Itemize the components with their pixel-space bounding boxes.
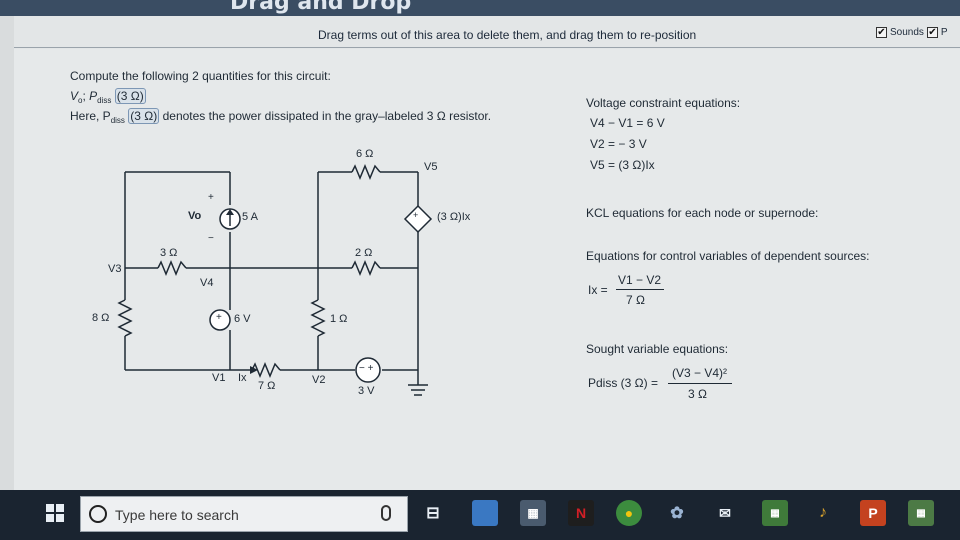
ix-label: Ix	[238, 372, 247, 384]
vo-symbol: V	[70, 89, 79, 103]
photo-app-icon[interactable]: ▦	[762, 500, 788, 526]
ix-eq-lhs[interactable]: Ix =	[588, 283, 608, 297]
photo-app-icon-2[interactable]: ▦	[908, 500, 934, 526]
sounds-checkbox[interactable]: ✔	[876, 27, 887, 38]
vs3-label: 3 V	[358, 385, 375, 397]
note-pre: Here, P	[70, 109, 111, 123]
r3-label: 3 Ω	[160, 247, 178, 259]
vo-minus: −	[208, 233, 214, 244]
powerpoint-icon[interactable]: P	[860, 500, 886, 526]
taskbar-search-box[interactable]: Type here to search	[80, 496, 408, 532]
vs3-sign: − +	[359, 363, 374, 374]
pdiss-symbol: P	[89, 89, 98, 103]
vo-plus: +	[208, 192, 214, 203]
v2-label: V2	[312, 374, 326, 386]
sounds-toggle[interactable]: ✔ Sounds ✔ P	[876, 27, 948, 38]
cut-off-title: Drag and Drop	[230, 0, 412, 15]
r8-label: 8 Ω	[92, 312, 110, 324]
control-title: Equations for control variables of depen…	[586, 249, 870, 263]
kcl-drop-area[interactable]	[586, 222, 906, 244]
ix-eq-den[interactable]: 7 Ω	[626, 293, 645, 307]
quantities-line: Vo; Pdiss (3 Ω)	[70, 88, 146, 105]
ix-eq-num[interactable]: V1 − V2	[618, 273, 661, 287]
pdiss-note: Here, Pdiss (3 Ω) denotes the power diss…	[70, 108, 492, 125]
microphone-icon[interactable]	[381, 505, 391, 521]
dep-source-label: (3 Ω)Ix	[437, 211, 471, 223]
windows-start-button[interactable]	[36, 494, 74, 532]
p-label: P	[940, 27, 948, 38]
voltage-eq-2[interactable]: V2 = − 3 V	[590, 137, 647, 151]
problem-intro: Compute the following 2 quantities for t…	[70, 69, 331, 83]
quantity-separator: ;	[82, 89, 86, 103]
r2-label: 2 Ω	[355, 247, 373, 259]
r6-label: 6 Ω	[356, 148, 374, 160]
netflix-icon[interactable]: N	[568, 500, 594, 526]
v3-label: V3	[108, 263, 122, 275]
note-post: denotes the power dissipated in the gray…	[162, 109, 492, 123]
app-left-edge	[0, 16, 14, 490]
p-checkbox[interactable]: ✔	[926, 27, 938, 38]
cortana-icon	[89, 505, 107, 523]
vs6-label: 6 V	[234, 313, 251, 325]
note-arg-box[interactable]: (3 Ω)	[128, 108, 160, 124]
note-subscript: diss	[110, 116, 125, 125]
task-view-icon[interactable]: ⊟	[420, 500, 446, 526]
pdiss-subscript: diss	[97, 96, 112, 105]
chrome-icon[interactable]: ●	[616, 500, 642, 526]
r1-label: 1 Ω	[330, 313, 348, 325]
app-icon[interactable]: ✿	[664, 500, 690, 526]
v1-label: V1	[212, 372, 226, 384]
drag-hint-text: Drag terms out of this area to delete th…	[318, 28, 697, 42]
store-icon[interactable]: ▦	[520, 500, 546, 526]
v4-label: V4	[200, 277, 214, 289]
sought-title: Sought variable equations:	[586, 342, 729, 356]
pd-eq-num[interactable]: (V3 − V4)²	[672, 366, 727, 380]
voltage-constraint-title: Voltage constraint equations:	[586, 96, 741, 110]
mail-icon[interactable]: ✉	[712, 500, 738, 526]
sounds-label: Sounds	[890, 27, 924, 38]
music-app-icon[interactable]: ♪	[810, 500, 836, 526]
cs-label: 5 A	[242, 211, 258, 223]
pd-eq-lhs[interactable]: Pdiss (3 Ω) =	[588, 376, 658, 390]
v5-label: V5	[424, 161, 438, 173]
pd-eq-den[interactable]: 3 Ω	[688, 387, 707, 401]
search-placeholder: Type here to search	[115, 507, 239, 523]
vs6-sign: +	[216, 312, 222, 323]
ix-frac-bar	[616, 289, 664, 290]
file-explorer-icon[interactable]	[472, 500, 498, 526]
vo-label: Vo	[188, 210, 202, 222]
pd-frac-bar	[668, 383, 732, 384]
r7-label: 7 Ω	[258, 380, 276, 392]
pdiss-arg-box[interactable]: (3 Ω)	[114, 88, 146, 104]
voltage-eq-1[interactable]: V4 − V1 = 6 V	[590, 116, 665, 130]
voltage-eq-3[interactable]: V5 = (3 Ω)Ix	[590, 158, 655, 172]
window-title-strip: Drag and Drop	[0, 0, 960, 16]
dep-plus: +	[413, 210, 419, 220]
kcl-title: KCL equations for each node or supernode…	[586, 206, 819, 220]
windows-logo-icon	[46, 504, 64, 522]
